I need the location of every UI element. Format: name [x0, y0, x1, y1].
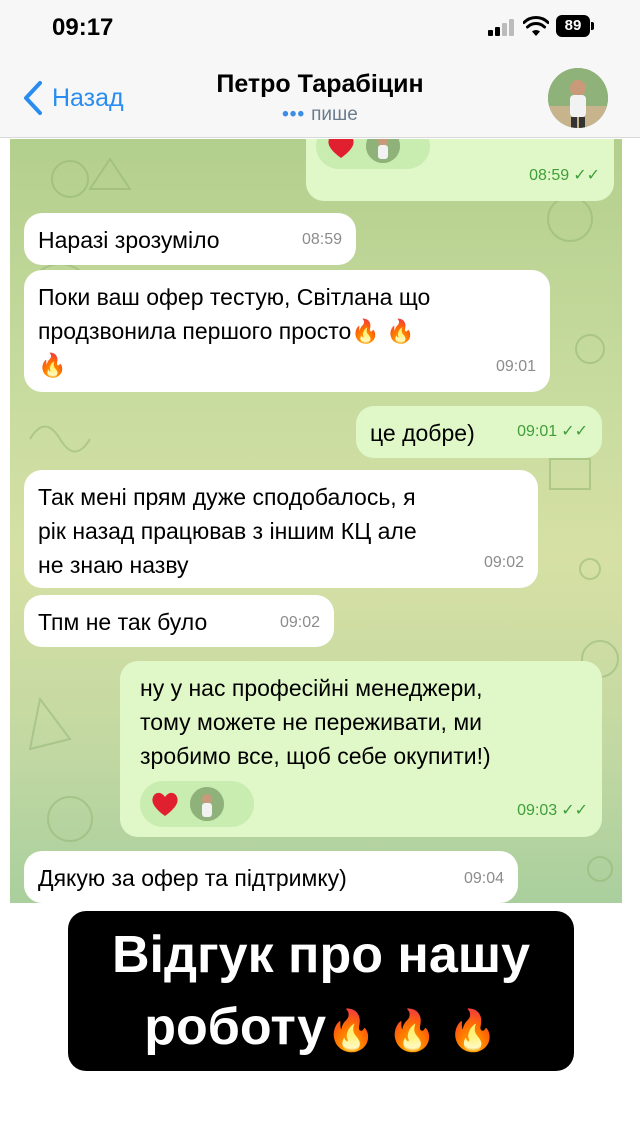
- reactor-avatar: [366, 139, 400, 163]
- read-check-icon: ✓✓: [561, 802, 588, 819]
- heart-icon: [152, 792, 178, 816]
- wifi-icon: [523, 16, 549, 36]
- message-time: 09:02: [483, 554, 524, 571]
- battery-indicator: 89: [556, 15, 594, 37]
- message-time: 09:01: [517, 423, 558, 440]
- chat-header: Назад Петро Тарабіцин ••• пише: [0, 58, 640, 138]
- message-time: 09:02: [279, 614, 320, 631]
- message-bubble-outgoing[interactable]: це добре) 09:01 ✓✓: [356, 406, 602, 458]
- typing-label: пише: [311, 104, 358, 125]
- message-text: Дякую за офер та підтримку): [38, 865, 347, 891]
- message-bubble-incoming[interactable]: Тпм не так було 09:02: [24, 595, 334, 647]
- message-text: Наразі зрозуміло: [38, 227, 220, 253]
- message-meta: 09:02: [484, 546, 524, 580]
- heart-icon: [328, 139, 354, 158]
- status-time: 09:17: [52, 14, 114, 41]
- bottom-margin: [0, 1080, 640, 1138]
- reaction-row[interactable]: [140, 781, 254, 827]
- review-caption: Відгук про нашу роботу🔥 🔥 🔥: [68, 911, 574, 1071]
- message-time: 09:03: [517, 802, 558, 819]
- typing-status: ••• пише: [0, 104, 640, 126]
- message-time: 09:04: [463, 870, 504, 887]
- message-line: продзвонила першого просто🔥 🔥: [38, 318, 416, 344]
- message-line: ну у нас професійні менеджери,: [140, 675, 483, 701]
- message-bubble-incoming[interactable]: Так мені прям дуже сподобалось, я рік на…: [24, 470, 538, 588]
- message-bubble-incoming[interactable]: Наразі зрозуміло 08:59: [24, 213, 356, 265]
- typing-dots-icon: •••: [282, 104, 306, 125]
- message-time: 08:59: [529, 167, 570, 184]
- contact-name[interactable]: Петро Тарабіцин: [0, 70, 640, 99]
- message-meta: 09:04: [464, 862, 504, 896]
- caption-line-2-text: роботу: [144, 998, 327, 1056]
- message-line: 🔥: [38, 352, 67, 378]
- chat-area[interactable]: 08:59 ✓✓ Наразі зрозуміло 08:59 Поки ваш …: [10, 139, 622, 903]
- message-meta: 08:59 ✓✓: [529, 159, 600, 193]
- message-meta: 09:03 ✓✓: [517, 794, 588, 828]
- message-line: не знаю назву: [38, 552, 189, 578]
- message-line: Так мені прям дуже сподобалось, я: [38, 484, 416, 510]
- avatar-photo: [548, 68, 608, 128]
- message-text: це добре): [370, 420, 475, 446]
- caption-line-1: Відгук про нашу: [111, 926, 531, 984]
- cellular-signal-icon: [488, 18, 516, 36]
- reaction-row[interactable]: [316, 139, 430, 169]
- message-line: Поки ваш офер тестую, Світлана що: [38, 284, 431, 310]
- message-meta: 09:01: [496, 350, 536, 384]
- message-meta: 09:02: [280, 606, 320, 640]
- read-check-icon: ✓✓: [573, 167, 600, 184]
- caption-line-2: роботу🔥 🔥 🔥: [68, 991, 574, 1067]
- fire-icon: 🔥 🔥 🔥: [326, 1009, 498, 1053]
- message-time: 08:59: [301, 231, 342, 248]
- message-line: тому можете не переживати, ми: [140, 709, 483, 735]
- message-bubble-incoming[interactable]: Поки ваш офер тестую, Світлана що продзв…: [24, 270, 550, 392]
- message-meta: 08:59: [302, 223, 342, 257]
- contact-avatar[interactable]: [548, 68, 608, 128]
- message-line: зробимо все, щоб себе окупити!): [140, 743, 491, 769]
- status-bar: 09:17 89: [0, 0, 640, 58]
- read-check-icon: ✓✓: [561, 423, 588, 440]
- message-line: рік назад працював з іншим КЦ але: [38, 518, 417, 544]
- reactor-avatar: [190, 787, 224, 821]
- message-bubble-outgoing[interactable]: ну у нас професійні менеджери, тому може…: [120, 661, 602, 837]
- message-bubble-incoming[interactable]: Дякую за офер та підтримку) 09:04: [24, 851, 518, 903]
- message-meta: 09:01 ✓✓: [517, 415, 588, 449]
- message-bubble-outgoing[interactable]: 08:59 ✓✓: [306, 139, 614, 201]
- message-time: 09:01: [495, 358, 536, 375]
- message-text: Тпм не так було: [38, 609, 208, 635]
